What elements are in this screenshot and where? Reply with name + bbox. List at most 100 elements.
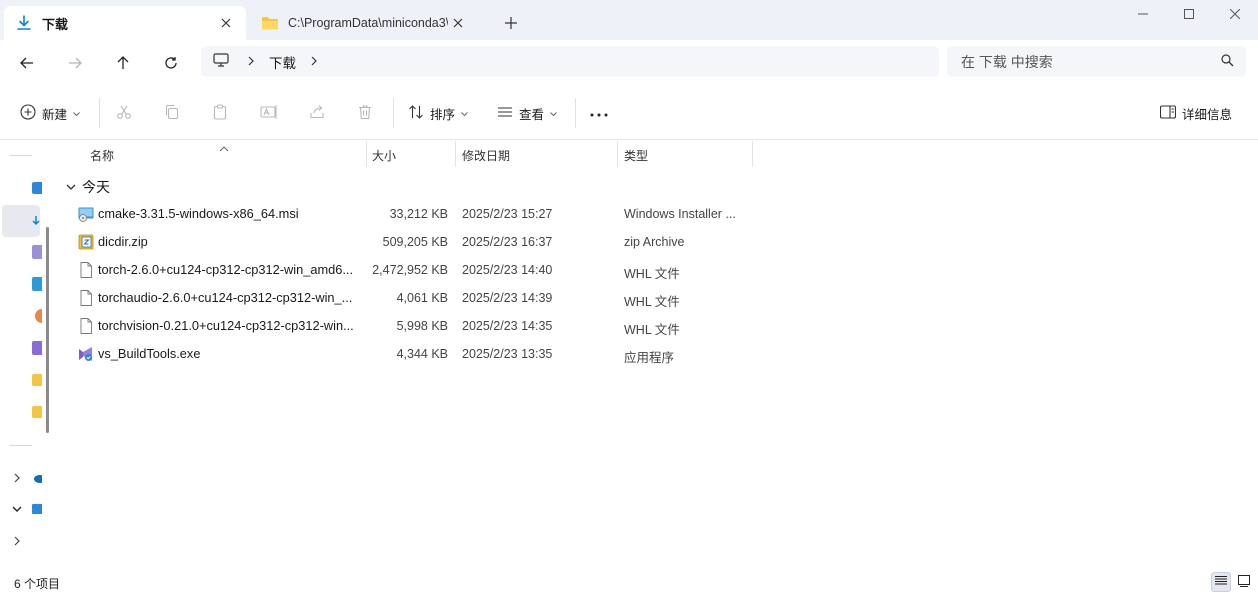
file-date: 2025/2/23 14:35 xyxy=(462,319,553,333)
column-divider[interactable] xyxy=(455,141,456,167)
file-row[interactable]: torchaudio-2.6.0+cu124-cp312-cp312-win_.… xyxy=(72,284,792,312)
view-button[interactable]: 查看 xyxy=(497,99,557,127)
column-divider[interactable] xyxy=(752,141,753,167)
sort-ascending-icon xyxy=(219,141,229,155)
this-pc-icon[interactable] xyxy=(32,502,42,516)
file-row[interactable]: cmake-3.31.5-windows-x86_64.msi 33,212 K… xyxy=(72,200,792,228)
file-date: 2025/2/23 13:35 xyxy=(462,347,553,361)
close-icon[interactable] xyxy=(216,13,236,33)
search-box xyxy=(947,46,1246,77)
new-button[interactable]: 新建 xyxy=(20,99,80,127)
cut-button[interactable] xyxy=(116,99,132,127)
details-view-button[interactable] xyxy=(1211,572,1231,592)
close-icon[interactable] xyxy=(448,13,468,33)
toolbar-divider xyxy=(99,98,100,128)
command-bar: 新建 排序 查看 详细信息 xyxy=(0,86,1258,140)
file-name: dicdir.zip xyxy=(98,234,148,249)
forward-button[interactable] xyxy=(62,50,88,76)
search-icon[interactable] xyxy=(1221,54,1234,70)
music-icon[interactable] xyxy=(32,309,42,323)
chevron-down-icon[interactable] xyxy=(66,180,76,194)
tab-strip: 下载 C:\ProgramData\miniconda3\Li xyxy=(0,0,1258,40)
breadcrumb-downloads[interactable]: 下载 xyxy=(269,52,296,72)
maximize-button[interactable] xyxy=(1166,2,1212,26)
file-row[interactable]: torchvision-0.21.0+cu124-cp312-cp312-win… xyxy=(72,312,792,340)
file-row[interactable]: torch-2.6.0+cu124-cp312-cp312-win_amd6..… xyxy=(72,256,792,284)
documents-icon[interactable] xyxy=(32,245,42,259)
nav-scrollbar[interactable] xyxy=(46,227,49,433)
msi-icon xyxy=(78,206,94,222)
nav-divider xyxy=(10,445,32,446)
folder-icon[interactable] xyxy=(32,405,42,419)
monitor-icon[interactable] xyxy=(213,53,229,70)
onedrive-icon[interactable] xyxy=(32,471,42,485)
refresh-button[interactable] xyxy=(158,50,184,76)
chevron-right-icon[interactable] xyxy=(247,55,255,69)
file-size: 4,061 KB xyxy=(396,291,448,305)
list-view-icon xyxy=(1215,575,1227,589)
chevron-right-icon[interactable] xyxy=(10,471,24,485)
window-close-button[interactable] xyxy=(1212,2,1258,26)
file-row[interactable]: vs_BuildTools.exe 4,344 KB 2025/2/23 13:… xyxy=(72,340,792,368)
nav-item-icon[interactable] xyxy=(32,181,42,195)
chevron-down-icon[interactable] xyxy=(10,502,24,516)
rename-button[interactable] xyxy=(260,99,278,127)
sort-button[interactable]: 排序 xyxy=(408,99,468,127)
file-icon xyxy=(78,262,94,278)
tab-programdata[interactable]: C:\ProgramData\miniconda3\Li xyxy=(250,6,478,40)
share-icon xyxy=(309,104,325,123)
new-tab-button[interactable] xyxy=(500,12,522,34)
toolbar-divider xyxy=(393,98,394,128)
file-row[interactable]: dicdir.zip 509,205 KB 2025/2/23 16:37 zi… xyxy=(72,228,792,256)
download-icon[interactable] xyxy=(32,214,42,228)
column-divider[interactable] xyxy=(366,141,367,167)
minimize-button[interactable] xyxy=(1120,2,1166,26)
more-icon xyxy=(590,106,608,120)
tiles-view-button[interactable] xyxy=(1234,572,1254,592)
delete-button[interactable] xyxy=(357,99,373,127)
address-bar[interactable]: 下载 xyxy=(201,46,939,77)
details-pane-button[interactable]: 详细信息 xyxy=(1159,99,1233,127)
more-options-button[interactable] xyxy=(590,99,608,127)
file-name: vs_BuildTools.exe xyxy=(98,346,201,361)
group-header-today[interactable]: 今天 xyxy=(66,177,110,197)
column-header-date[interactable]: 修改日期 xyxy=(462,141,510,169)
column-header-size[interactable]: 大小 xyxy=(372,141,396,169)
chevron-down-icon xyxy=(550,106,557,120)
nav-divider xyxy=(10,155,32,156)
file-name: cmake-3.31.5-windows-x86_64.msi xyxy=(98,206,299,221)
back-button[interactable] xyxy=(14,50,40,76)
chevron-down-icon xyxy=(73,106,80,120)
file-size: 2,472,952 KB xyxy=(372,263,448,277)
exe-icon xyxy=(78,346,94,362)
share-button[interactable] xyxy=(309,99,325,127)
column-divider[interactable] xyxy=(617,141,618,167)
file-name: torchvision-0.21.0+cu124-cp312-cp312-win… xyxy=(98,318,354,333)
details-label: 详细信息 xyxy=(1182,107,1233,122)
up-button[interactable] xyxy=(110,50,136,76)
folder-icon[interactable] xyxy=(32,373,42,387)
paste-button[interactable] xyxy=(212,99,228,127)
file-size: 509,205 KB xyxy=(382,235,448,249)
file-type: zip Archive xyxy=(624,235,685,249)
group-label: 今天 xyxy=(82,179,110,195)
tab-downloads[interactable]: 下载 xyxy=(4,6,246,40)
details-pane-icon xyxy=(1159,104,1177,122)
search-input[interactable] xyxy=(961,53,1211,70)
column-header-type[interactable]: 类型 xyxy=(624,141,648,169)
file-date: 2025/2/23 15:27 xyxy=(462,207,553,221)
toolbar-divider xyxy=(575,98,576,128)
tiles-view-icon xyxy=(1238,574,1250,590)
sort-label: 排序 xyxy=(430,107,456,122)
copy-icon xyxy=(164,104,180,123)
pictures-icon[interactable] xyxy=(32,277,42,291)
file-type: 应用程序 xyxy=(624,351,675,365)
view-lines-icon xyxy=(497,104,513,123)
chevron-right-icon[interactable] xyxy=(310,55,318,69)
videos-icon[interactable] xyxy=(32,341,42,355)
chevron-right-icon[interactable] xyxy=(10,534,24,548)
column-header-name[interactable]: 名称 xyxy=(90,141,114,169)
copy-button[interactable] xyxy=(164,99,180,127)
chevron-down-icon xyxy=(461,106,468,120)
file-name: torch-2.6.0+cu124-cp312-cp312-win_amd6..… xyxy=(98,262,354,277)
